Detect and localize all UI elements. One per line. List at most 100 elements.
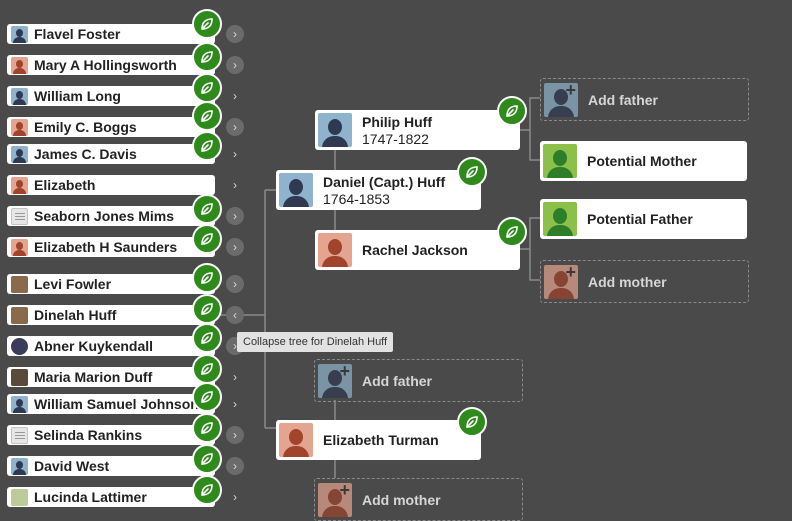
ancestor-name: Levi Fowler (34, 276, 112, 292)
ancestor-name: Mary A Hollingsworth (34, 57, 177, 73)
chevron-right-icon[interactable]: › (226, 457, 244, 475)
chevron-right-icon[interactable]: › (226, 488, 244, 506)
chevron-right-icon[interactable]: › (226, 368, 244, 386)
hint-leaf-icon[interactable] (192, 263, 222, 293)
person-silhouette-icon (279, 423, 313, 457)
hint-leaf-icon[interactable] (192, 323, 222, 353)
add-father-button[interactable]: + Add father (314, 359, 523, 402)
add-father-label: Add father (588, 91, 658, 108)
document-thumbnail-icon (11, 426, 28, 444)
ancestor-name: Abner Kuykendall (34, 338, 154, 354)
ancestor-name: Elizabeth (34, 177, 96, 193)
person-card-daniel-huff[interactable]: Daniel (Capt.) Huff 1764-1853 (276, 170, 481, 210)
hint-leaf-icon[interactable] (192, 354, 222, 384)
hint-leaf-icon[interactable] (192, 42, 222, 72)
hint-leaf-icon[interactable] (192, 294, 222, 324)
person-silhouette-icon (318, 113, 352, 147)
hint-leaf-icon[interactable] (192, 413, 222, 443)
add-person-icon: + (544, 264, 578, 299)
seal-thumbnail-icon (11, 337, 28, 355)
hint-leaf-icon[interactable] (192, 131, 222, 161)
add-mother-button[interactable]: + Add mother (314, 478, 523, 521)
ancestor-card[interactable]: James C. Davis (7, 144, 215, 164)
hint-leaf-icon[interactable] (192, 194, 222, 224)
add-person-icon: + (318, 482, 352, 517)
ancestor-card[interactable]: Elizabeth (7, 175, 215, 195)
hint-leaf-icon[interactable] (192, 475, 222, 505)
hint-leaf-icon[interactable] (192, 73, 222, 103)
person-silhouette-icon (11, 87, 28, 105)
hint-leaf-icon[interactable] (457, 157, 487, 187)
hint-leaf-icon[interactable] (192, 101, 222, 131)
ancestor-name: Lucinda Lattimer (34, 489, 147, 505)
ancestor-card[interactable]: Selinda Rankins (7, 425, 215, 445)
chevron-right-icon[interactable]: › (226, 56, 244, 74)
chevron-left-icon[interactable]: ‹ (226, 306, 244, 324)
chevron-right-icon[interactable]: › (226, 207, 244, 225)
add-father-label: Add father (362, 372, 432, 389)
ancestor-card[interactable]: Seaborn Jones Mims (7, 206, 215, 226)
person-card-elizabeth-turman[interactable]: Elizabeth Turman (276, 420, 481, 460)
hint-leaf-icon[interactable] (497, 96, 527, 126)
ancestor-card[interactable]: Elizabeth H Saunders (7, 237, 215, 257)
hint-leaf-icon[interactable] (497, 217, 527, 247)
chevron-right-icon[interactable]: › (226, 118, 244, 136)
chevron-right-icon[interactable]: › (226, 395, 244, 413)
chevron-right-icon[interactable]: › (226, 426, 244, 444)
add-father-button[interactable]: + Add father (540, 78, 749, 121)
add-person-icon: + (544, 82, 578, 117)
person-silhouette-icon (11, 457, 28, 475)
photo-thumbnail-icon (11, 488, 28, 506)
person-card-philip-huff[interactable]: Philip Huff 1747-1822 (315, 110, 520, 150)
person-silhouette-icon (11, 145, 28, 163)
person-silhouette-icon (11, 395, 28, 413)
ancestor-card[interactable]: William Long (7, 86, 215, 106)
photo-thumbnail-icon (11, 306, 28, 324)
person-silhouette-icon (543, 202, 577, 236)
person-silhouette-icon (11, 176, 28, 194)
ancestor-name: Elizabeth H Saunders (34, 239, 178, 255)
potential-father-card[interactable]: Potential Father (540, 199, 747, 239)
chevron-right-icon[interactable]: › (226, 238, 244, 256)
person-silhouette-icon (11, 25, 28, 43)
chevron-right-icon[interactable]: › (226, 275, 244, 293)
photo-thumbnail-icon (11, 368, 28, 386)
person-silhouette-icon (11, 118, 28, 136)
ancestor-card[interactable]: Maria Marion Duff (7, 367, 215, 387)
ancestor-card[interactable]: Mary A Hollingsworth (7, 55, 215, 75)
ancestor-name: David West (34, 458, 110, 474)
ancestor-name: Emily C. Boggs (34, 119, 137, 135)
ancestor-name: Dinelah Huff (34, 307, 117, 323)
person-card-rachel-jackson[interactable]: Rachel Jackson (315, 230, 520, 270)
hint-leaf-icon[interactable] (192, 9, 222, 39)
potential-father-label: Potential Father (587, 211, 693, 227)
ancestor-name: Selinda Rankins (34, 427, 143, 443)
chevron-right-icon[interactable]: › (226, 145, 244, 163)
chevron-right-icon[interactable]: › (226, 176, 244, 194)
ancestor-name: Flavel Foster (34, 26, 121, 42)
ancestor-name: James C. Davis (34, 146, 137, 162)
person-silhouette-icon (11, 238, 28, 256)
person-name: Rachel Jackson (362, 242, 468, 258)
person-name: Philip Huff (362, 113, 432, 130)
ancestor-name: William Samuel Johnson (34, 396, 199, 412)
ancestor-card[interactable]: William Samuel Johnson (7, 394, 215, 414)
ancestor-card[interactable]: Levi Fowler (7, 274, 215, 294)
ancestor-card[interactable]: Flavel Foster (7, 24, 215, 44)
person-silhouette-icon (543, 144, 577, 178)
ancestor-card[interactable]: David West (7, 456, 215, 476)
chevron-right-icon[interactable]: › (226, 25, 244, 43)
person-silhouette-icon (11, 56, 28, 74)
potential-mother-card[interactable]: Potential Mother (540, 141, 747, 181)
hint-leaf-icon[interactable] (192, 382, 222, 412)
hint-leaf-icon[interactable] (192, 224, 222, 254)
hint-leaf-icon[interactable] (457, 407, 487, 437)
add-mother-button[interactable]: + Add mother (540, 260, 749, 303)
ancestor-card[interactable]: Dinelah Huff (7, 305, 215, 325)
hint-leaf-icon[interactable] (192, 444, 222, 474)
ancestor-card[interactable]: Emily C. Boggs (7, 117, 215, 137)
document-thumbnail-icon (11, 207, 28, 225)
ancestor-card[interactable]: Lucinda Lattimer (7, 487, 215, 507)
chevron-right-icon[interactable]: › (226, 87, 244, 105)
ancestor-card[interactable]: Abner Kuykendall (7, 336, 215, 356)
